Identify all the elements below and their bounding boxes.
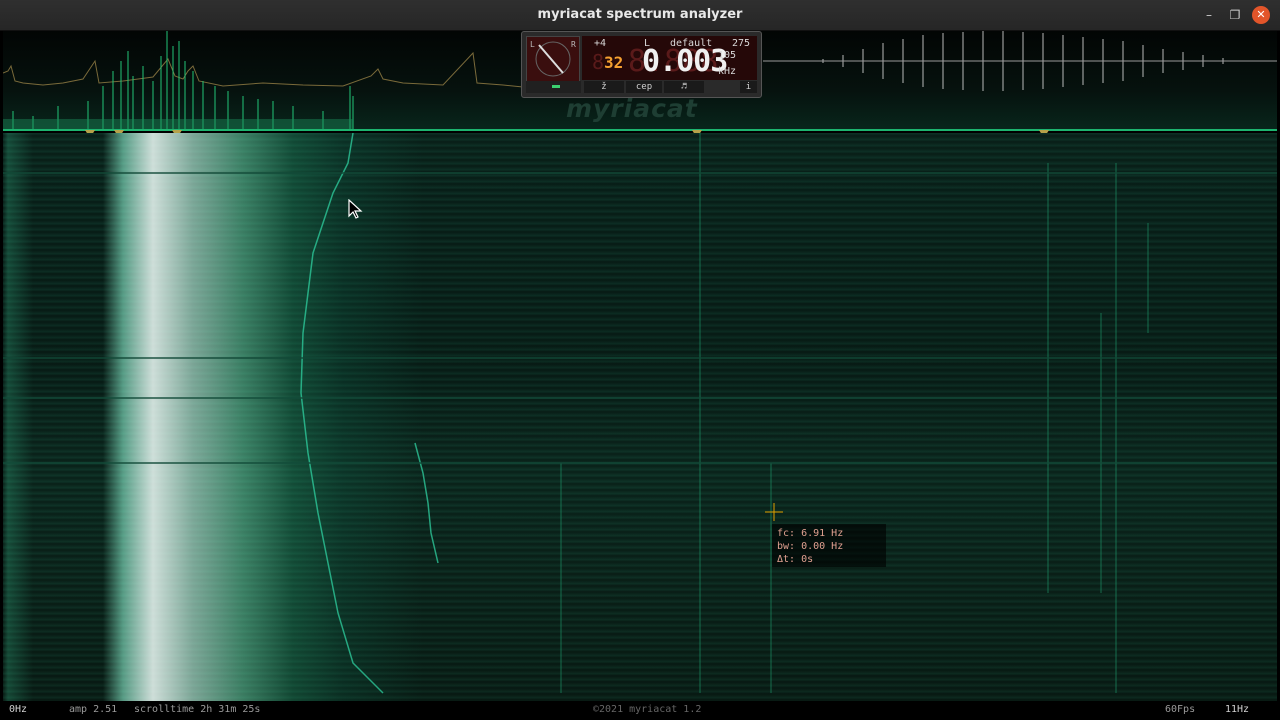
close-button[interactable]: ✕ — [1252, 6, 1270, 24]
scrolltime-value[interactable]: scrolltime 2h 31m 25s — [134, 704, 260, 715]
top-number: 275 — [732, 38, 751, 49]
maximize-button[interactable]: ❐ — [1226, 6, 1244, 24]
bandwidth: bw: 0.00 Hz — [777, 541, 844, 552]
minimize-button[interactable]: – — [1200, 6, 1218, 24]
myriacat-logo: myriacat — [566, 94, 698, 123]
meter-toolbar: ž cep ♬ i — [526, 81, 757, 93]
cursor-readout: fc: 6.91 Hz bw: 0.00 Hz Δt: 0s — [772, 524, 886, 567]
frequency-unit: kHz — [718, 66, 737, 77]
level-dial: L R — [526, 36, 580, 82]
mouse-pointer-icon — [348, 199, 363, 219]
window-title: myriacat spectrum analyzer — [537, 7, 743, 22]
segment-display: +4 L default 275 8 32 8.888 0.003 105 kH… — [582, 36, 757, 80]
spectrum-baseline — [3, 129, 1277, 131]
info-button[interactable]: i — [740, 81, 757, 93]
copyright-text: ©2021 myriacat 1.2 — [593, 704, 702, 715]
right-frequency-label: 11Hz — [1225, 704, 1250, 715]
waterfall-traces — [3, 133, 1277, 694]
delta-time: Δt: 0s — [777, 554, 814, 565]
meter-button-z[interactable]: ž — [584, 81, 624, 93]
dial-right-label: R — [571, 40, 576, 49]
dial-left-label: L — [530, 40, 535, 49]
meter-panel: L R +4 L default 275 8 32 8.888 0.003 10… — [521, 31, 762, 98]
cepstrum-button[interactable]: cep — [626, 81, 662, 93]
sub-value: 105 — [718, 50, 737, 61]
small-digit-value: 32 — [604, 53, 624, 72]
center-frequency: fc: 6.91 Hz — [777, 528, 844, 539]
ghost-digit-small: 8 — [592, 50, 605, 74]
title-bar: myriacat spectrum analyzer – ❐ ✕ — [0, 0, 1280, 31]
music-note-button[interactable]: ♬ — [664, 81, 704, 93]
left-frequency-label: 0Hz — [9, 704, 28, 715]
position-value: +4 — [594, 38, 607, 49]
level-indicator — [526, 81, 581, 93]
fps-value: 60Fps — [1165, 704, 1196, 715]
amplitude-value[interactable]: amp 2.51 — [69, 704, 117, 715]
frequency-value: 0.003 — [642, 44, 728, 79]
waterfall-display[interactable] — [3, 133, 1277, 701]
crosshair-cursor — [765, 503, 783, 521]
dial-needle-icon: L R — [530, 40, 576, 77]
status-bar: 0Hz amp 2.51 scrolltime 2h 31m 25s ©2021… — [0, 702, 1280, 720]
